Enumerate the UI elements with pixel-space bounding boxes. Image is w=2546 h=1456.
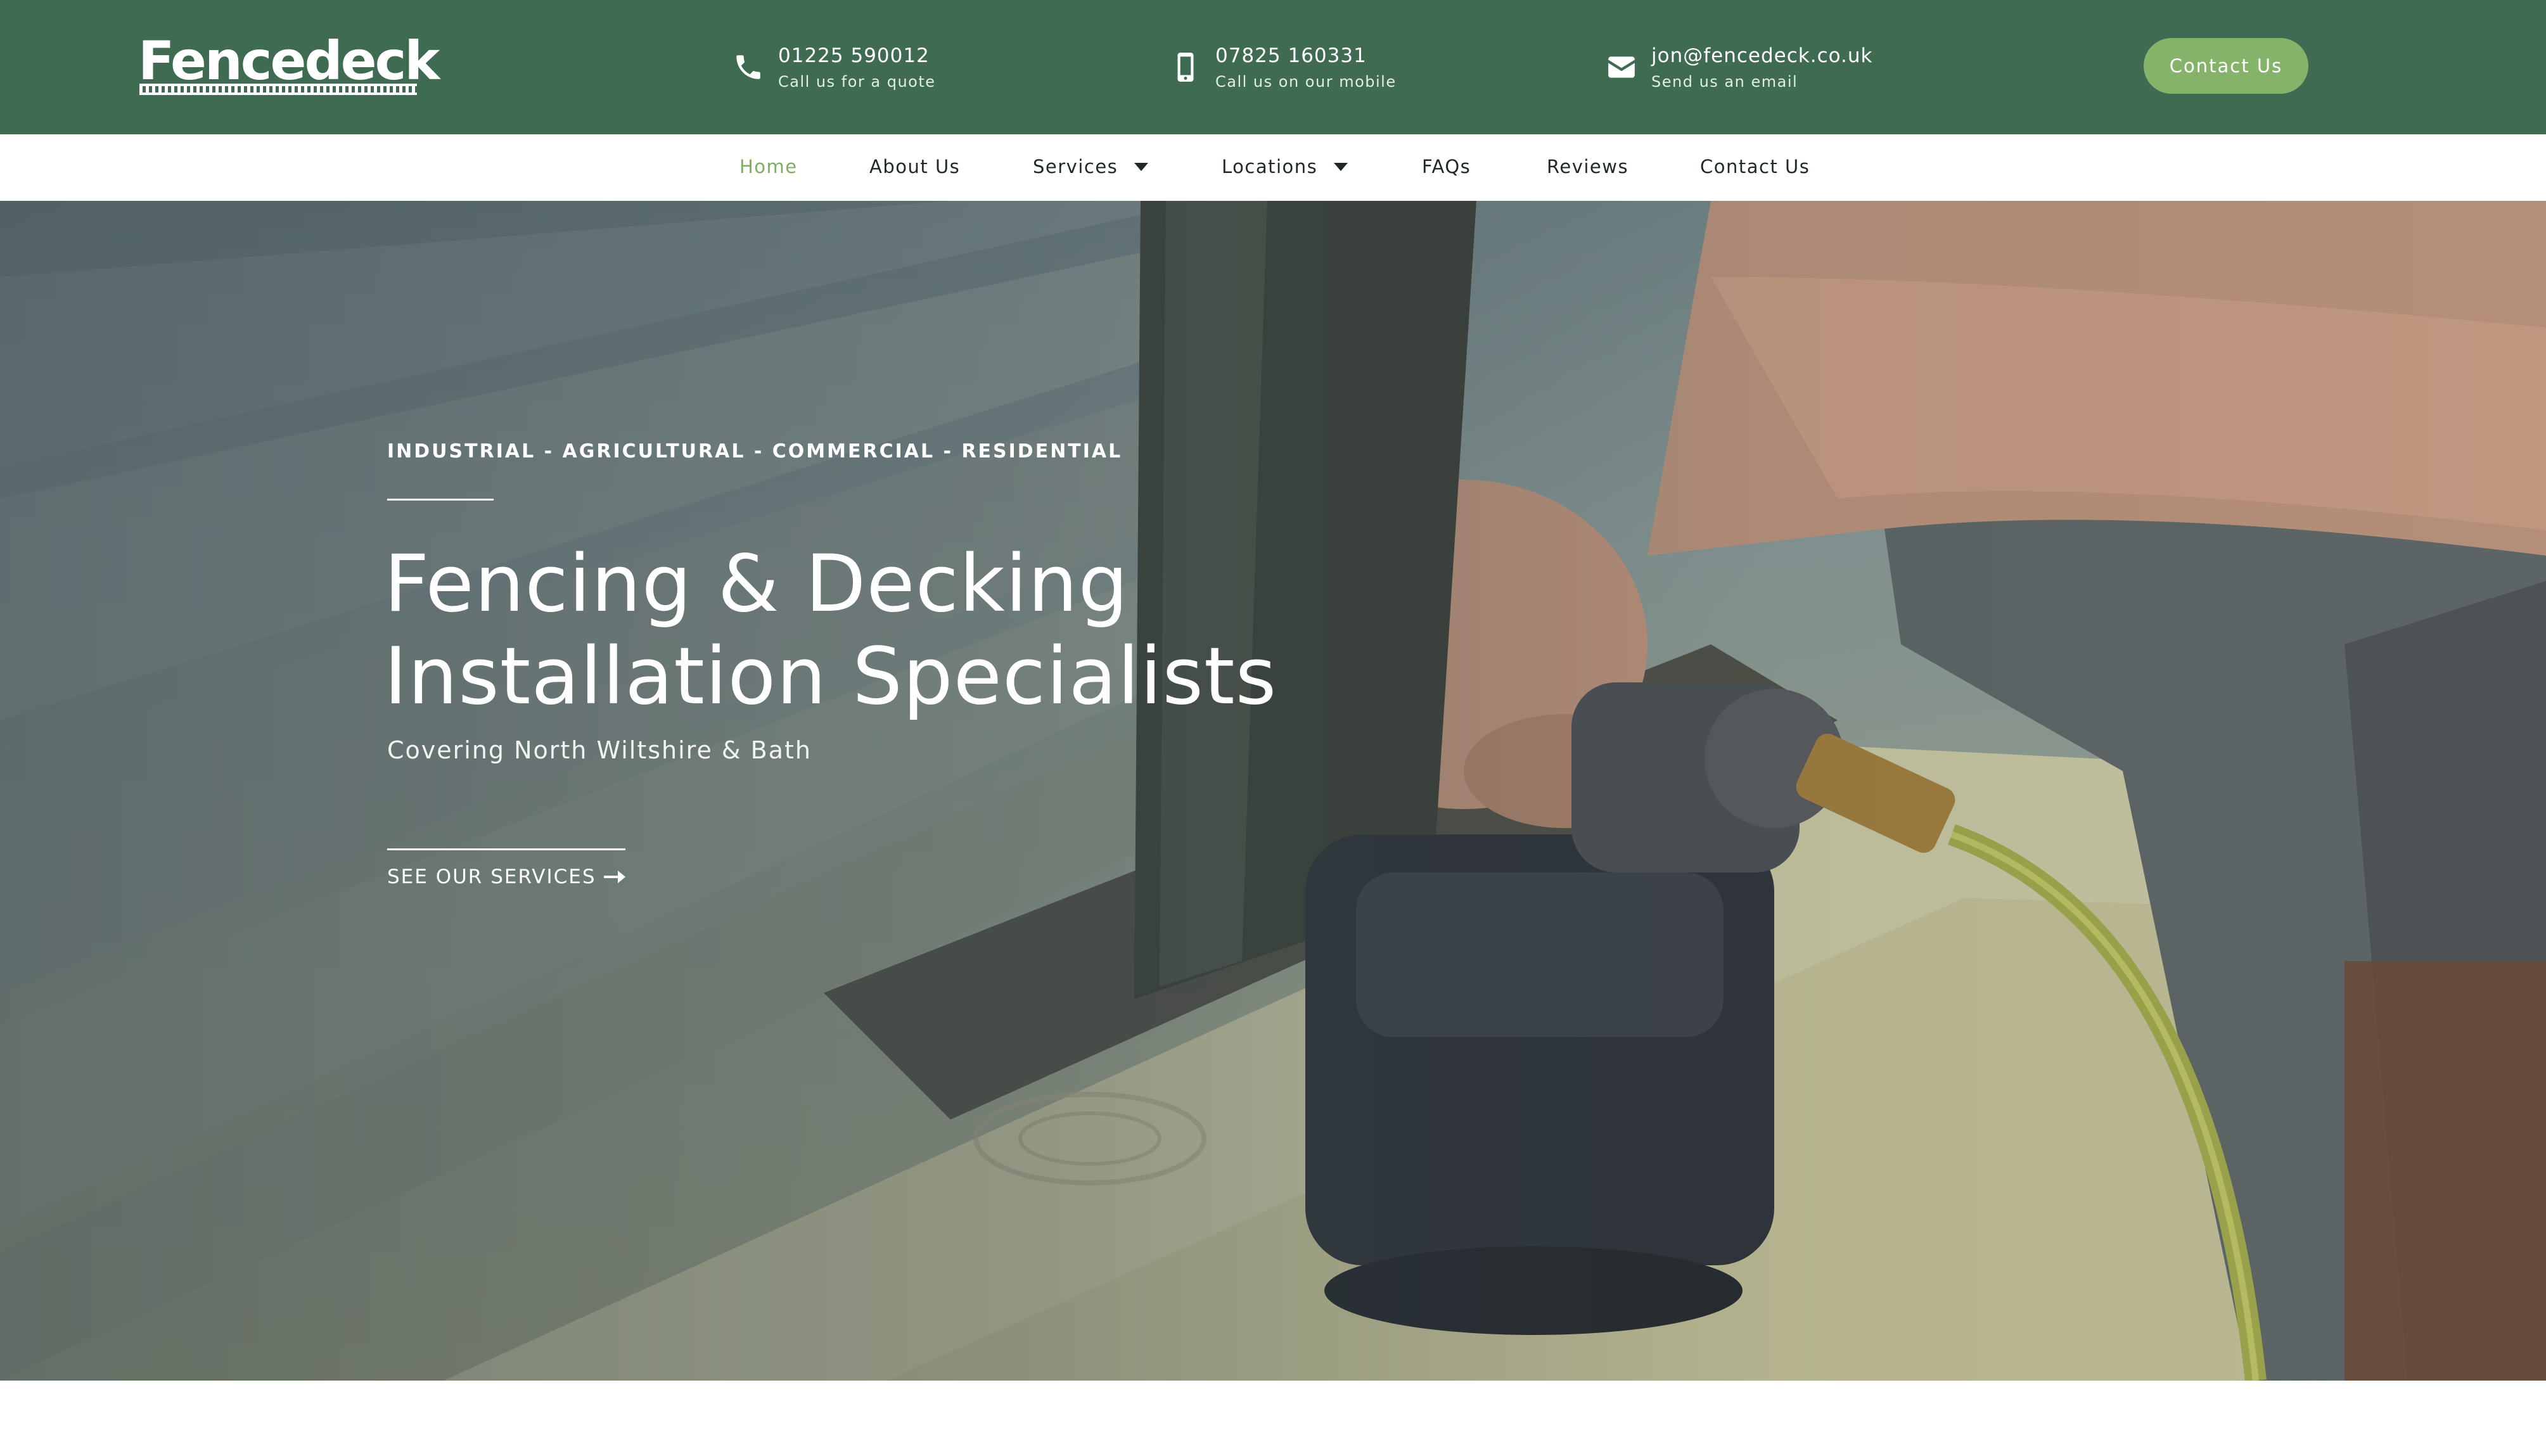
nav-home-label: Home <box>739 156 798 177</box>
logo-fence-graphic <box>139 84 417 95</box>
nav-home[interactable]: Home <box>739 134 798 201</box>
arrow-right-icon <box>604 869 625 884</box>
hero-divider <box>387 499 494 501</box>
hero-tagline: INDUSTRIAL - AGRICULTURAL - COMMERCIAL -… <box>387 440 1123 463</box>
mobile-icon <box>1170 49 1201 85</box>
nav-locations[interactable]: Locations <box>1222 134 1348 201</box>
top-header: Fencedeck 01225 590012 Call us for a quo… <box>0 0 2546 134</box>
hero-subtitle: Covering North Wiltshire & Bath <box>387 736 812 764</box>
phone-caption: Call us for a quote <box>778 73 936 91</box>
hero-title-line-2: Installation Specialists <box>384 631 1277 722</box>
nav-about-us[interactable]: About Us <box>869 134 960 201</box>
hero-title-line-1: Fencing & Decking <box>384 539 1129 630</box>
nav-locations-label: Locations <box>1222 156 1318 177</box>
hero-overlay <box>0 201 2546 1381</box>
email-caption: Send us an email <box>1651 73 1798 91</box>
nav-services[interactable]: Services <box>1033 134 1149 201</box>
phone-number: 01225 590012 <box>778 44 930 67</box>
mobile-caption: Call us on our mobile <box>1215 73 1397 91</box>
nav-contact-us-label: Contact Us <box>1700 156 1810 177</box>
logo-text: Fencedeck <box>138 30 440 92</box>
nav-contact-us[interactable]: Contact Us <box>1700 134 1810 201</box>
nav-reviews[interactable]: Reviews <box>1547 134 1628 201</box>
mobile-number: 07825 160331 <box>1215 44 1367 67</box>
envelope-icon <box>1606 49 1637 85</box>
phone-icon <box>732 49 764 85</box>
chevron-down-icon <box>1134 162 1149 171</box>
chevron-down-icon <box>1334 162 1348 171</box>
nav-services-label: Services <box>1033 156 1118 177</box>
main-nav: Home About Us Services Locations FAQs Re… <box>0 134 2546 201</box>
contact-us-button[interactable]: Contact Us <box>2144 38 2308 94</box>
hero-section: INDUSTRIAL - AGRICULTURAL - COMMERCIAL -… <box>0 201 2546 1381</box>
nav-faqs-label: FAQs <box>1422 156 1471 177</box>
nav-reviews-label: Reviews <box>1547 156 1629 177</box>
see-our-services-link[interactable]: SEE OUR SERVICES <box>387 848 625 899</box>
hero-title: Fencing & Decking Installation Specialis… <box>384 538 1334 723</box>
nav-about-us-label: About Us <box>869 156 961 177</box>
email-address: jon@fencedeck.co.uk <box>1651 44 1873 67</box>
fencedeck-logo[interactable]: Fencedeck <box>138 29 440 99</box>
see-our-services-label: SEE OUR SERVICES <box>387 865 596 888</box>
nav-faqs[interactable]: FAQs <box>1422 134 1471 201</box>
